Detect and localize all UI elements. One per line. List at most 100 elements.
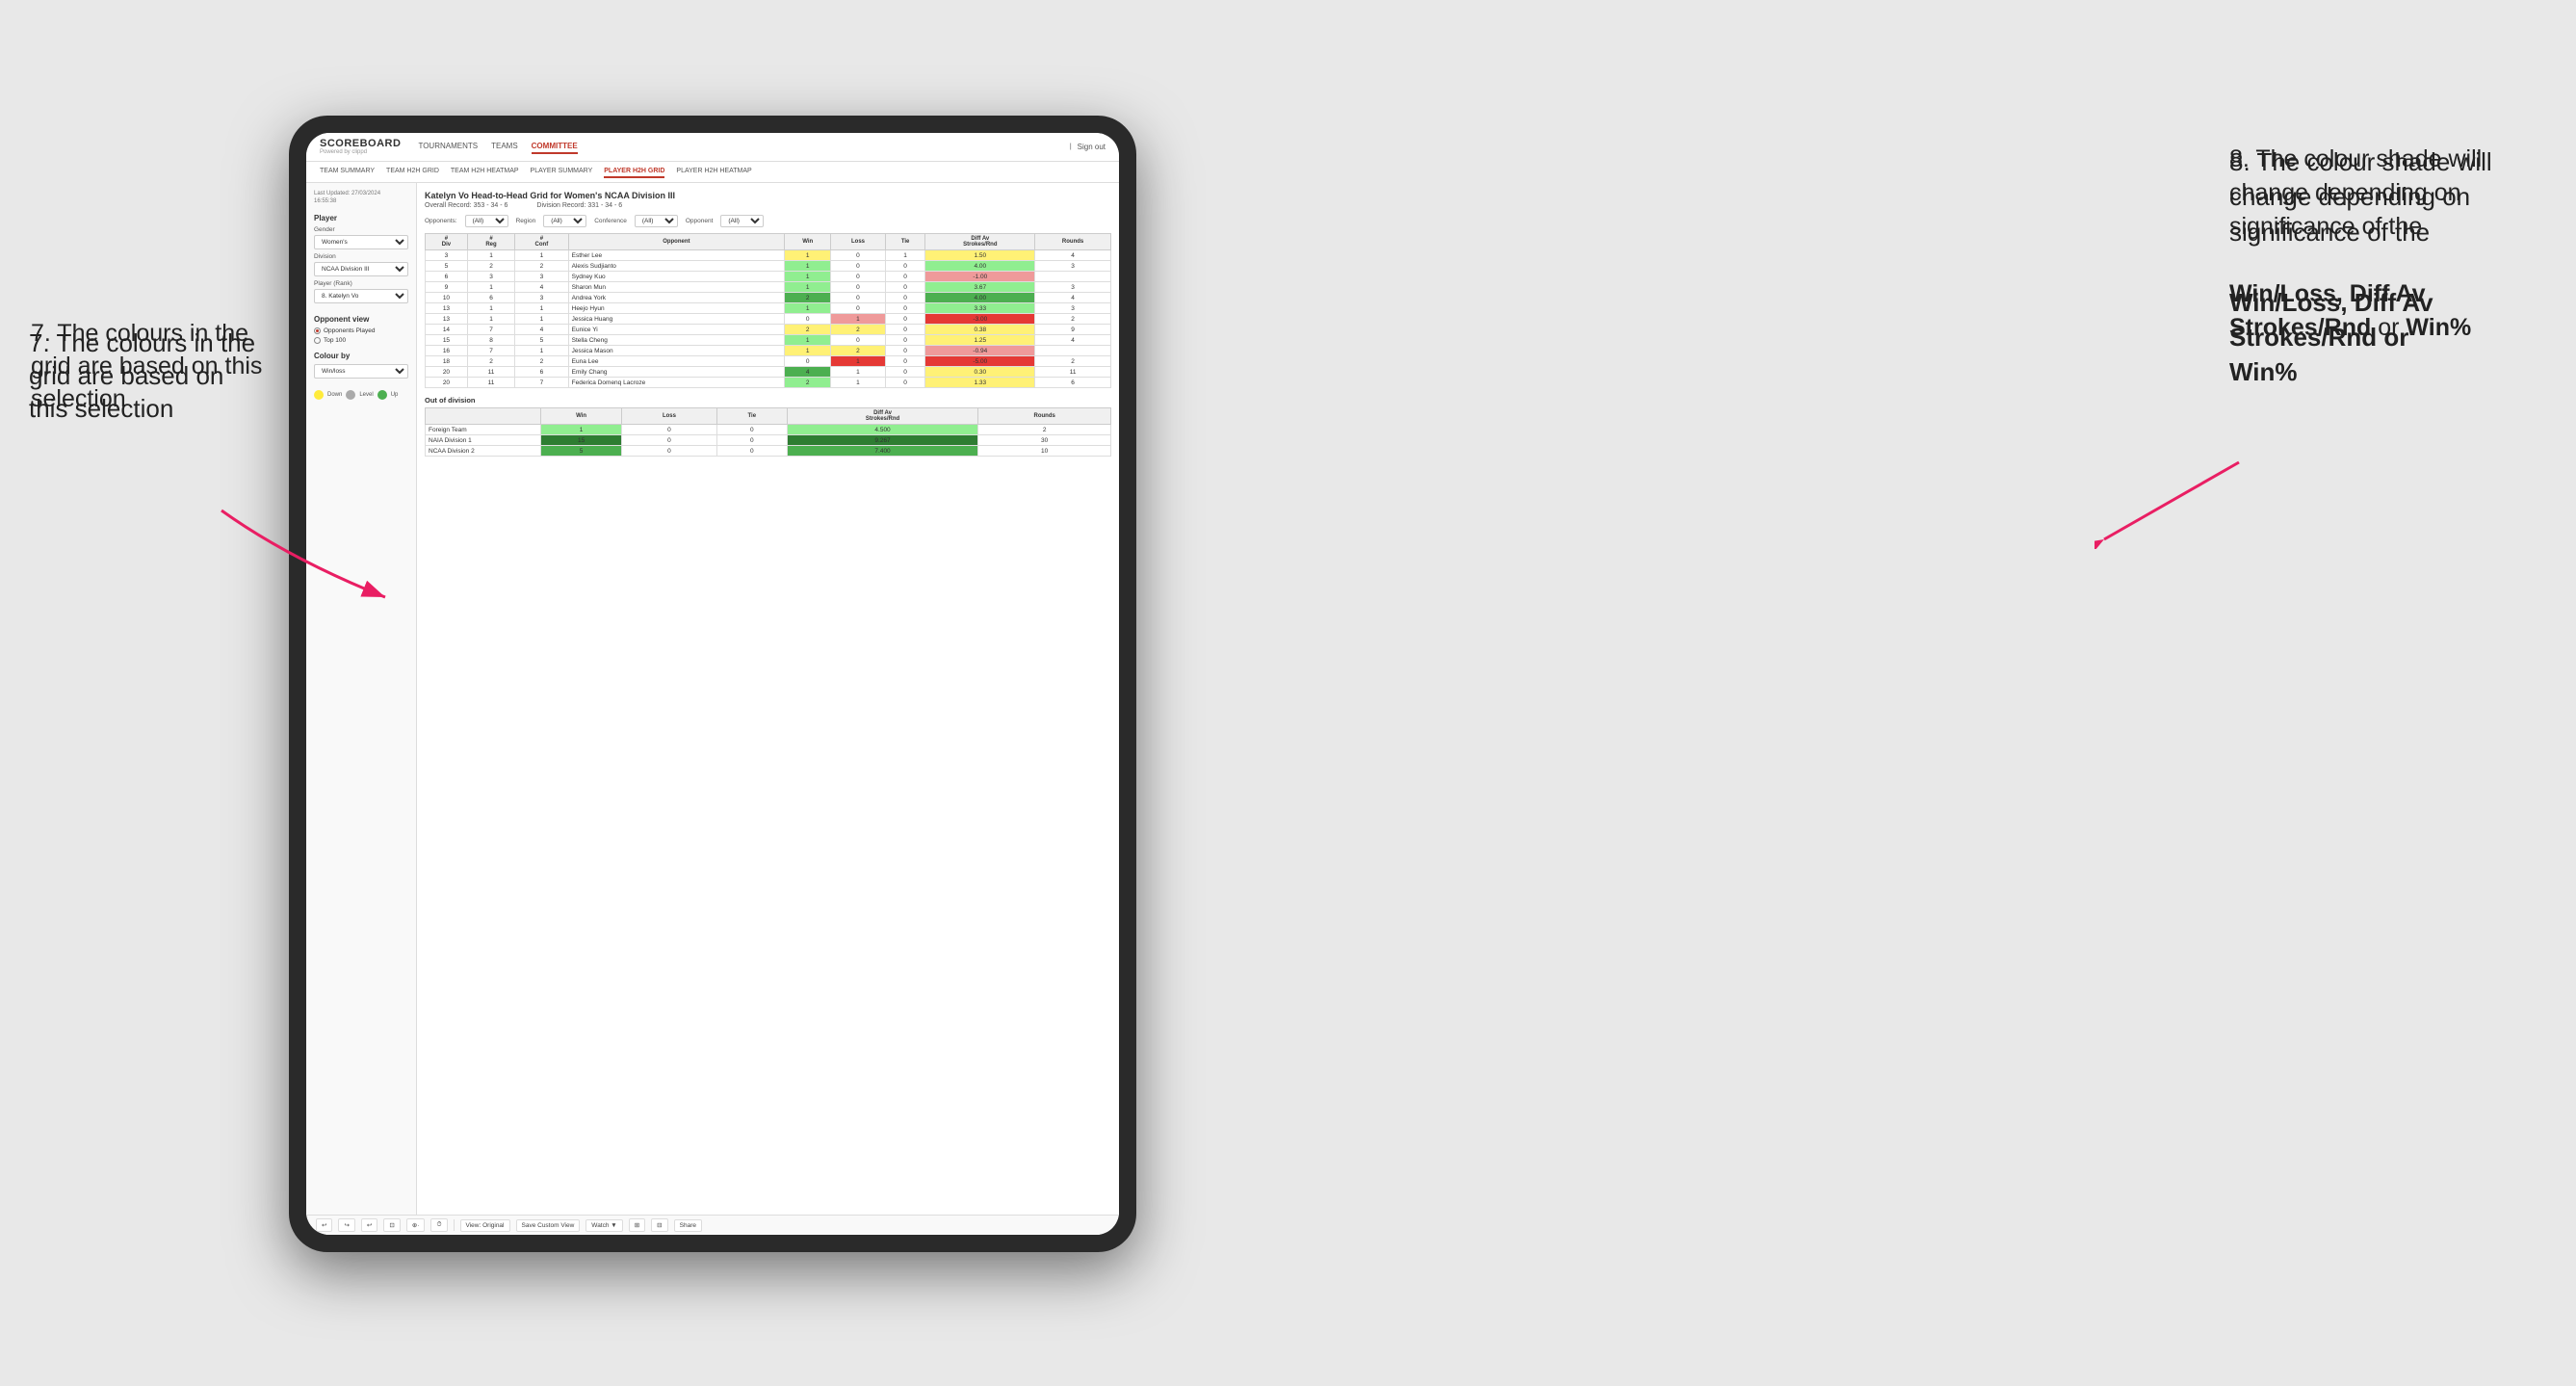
nav-committee[interactable]: COMMITTEE (532, 140, 578, 154)
col-header-opponent: Opponent (568, 234, 784, 250)
subnav-player-h2h-grid[interactable]: PLAYER H2H GRID (604, 166, 664, 178)
main-panel: Last Updated: 27/03/2024 16:55:38 Player… (306, 183, 1119, 1215)
table-row: 1585 Stella Cheng 100 1.254 (426, 335, 1111, 346)
conference-filter[interactable]: (All) (635, 215, 678, 227)
ood-col-opponent (426, 408, 541, 425)
misc-btn[interactable]: ⊕· (406, 1218, 426, 1232)
subnav-team-h2h-heatmap[interactable]: TEAM H2H HEATMAP (451, 166, 519, 178)
region-filter[interactable]: (All) (543, 215, 586, 227)
nav-tournaments[interactable]: TOURNAMENTS (418, 140, 478, 154)
col-header-loss: Loss (831, 234, 885, 250)
player-rank-label: Player (Rank) (314, 280, 408, 287)
colour-by-select[interactable]: Win/loss (314, 364, 408, 379)
logo-sub: Powered by clippd (320, 149, 401, 155)
table-row: 1671 Jessica Mason 120 -0.94 (426, 346, 1111, 356)
out-of-division-header: Out of division (425, 396, 1111, 405)
table-row: 914 Sharon Mun 100 3.673 (426, 282, 1111, 293)
opponent-filter[interactable]: (All) (720, 215, 764, 227)
pipe-separator: | (1070, 144, 1072, 150)
colour-legend: Down Level Up (314, 390, 408, 400)
filter-row: Opponents: (All) Region (All) Conference… (425, 215, 1111, 227)
last-updated: Last Updated: 27/03/2024 16:55:38 (314, 191, 408, 206)
annotation-left-text: 7. The colours in the grid are based on … (31, 318, 272, 415)
tablet-screen: SCOREBOARD Powered by clippd TOURNAMENTS… (306, 133, 1119, 1235)
record-row: Overall Record: 353 - 34 - 6 Division Re… (425, 202, 1111, 209)
app-header: SCOREBOARD Powered by clippd TOURNAMENTS… (306, 133, 1119, 162)
table-row: 1311 Jessica Huang 010 -3.002 (426, 314, 1111, 325)
opponent-view-section: Opponent view Opponents Played Top 100 (314, 315, 408, 344)
opponents-filter[interactable]: (All) (465, 215, 508, 227)
table-row: 1063 Andrea York 200 4.004 (426, 293, 1111, 303)
right-content: Katelyn Vo Head-to-Head Grid for Women's… (417, 183, 1119, 1215)
crop-btn[interactable]: ⊡ (383, 1218, 400, 1232)
sep1 (454, 1219, 455, 1231)
logo-area: SCOREBOARD Powered by clippd (320, 139, 401, 155)
table-row: 633 Sydney Kuo 100 -1.00 (426, 272, 1111, 282)
subnav-team-h2h-grid[interactable]: TEAM H2H GRID (386, 166, 439, 178)
data-table: #Div #Reg #Conf Opponent Win Loss Tie Di… (425, 233, 1111, 388)
redo-btn[interactable]: ↪ (338, 1218, 354, 1232)
gender-select[interactable]: Women's (314, 235, 408, 249)
colour-by-section: Colour by Win/loss (314, 352, 408, 382)
header-right: | Sign out (1070, 141, 1106, 153)
content-area: Last Updated: 27/03/2024 16:55:38 Player… (306, 183, 1119, 1235)
legend-down-circle (314, 390, 324, 400)
arrow-left-svg (212, 501, 404, 616)
left-sidebar: Last Updated: 27/03/2024 16:55:38 Player… (306, 183, 417, 1215)
ood-col-loss: Loss (622, 408, 717, 425)
subnav-player-h2h-heatmap[interactable]: PLAYER H2H HEATMAP (676, 166, 751, 178)
table-row: 311 Esther Lee 101 1.504 (426, 250, 1111, 261)
division-record: Division Record: 331 - 34 - 6 (536, 202, 622, 209)
radio-top100[interactable]: Top 100 (314, 337, 408, 344)
ood-col-win: Win (541, 408, 622, 425)
col-header-conf: #Conf (515, 234, 569, 250)
sign-out-link[interactable]: Sign out (1078, 141, 1106, 153)
ood-col-diff: Diff AvStrokes/Rnd (787, 408, 978, 425)
ood-row: Foreign Team 100 4.5002 (426, 425, 1111, 435)
watch-btn[interactable]: Watch ▼ (585, 1219, 622, 1232)
division-label: Division (314, 253, 408, 260)
colour-by-title: Colour by (314, 352, 408, 360)
legend-level-circle (346, 390, 355, 400)
out-of-division-table: Win Loss Tie Diff AvStrokes/Rnd Rounds F… (425, 407, 1111, 457)
legend-level-label: Level (359, 392, 373, 398)
undo-btn[interactable]: ↩ (316, 1218, 332, 1232)
arrow-right-svg (2095, 453, 2249, 549)
col-header-tie: Tie (885, 234, 925, 250)
table-row: 1311 Heejo Hyun 100 3.333 (426, 303, 1111, 314)
legend-up-label: Up (391, 392, 399, 398)
legend-up-circle (377, 390, 387, 400)
table-row: 522 Alexis Sudjianto 100 4.003 (426, 261, 1111, 272)
annotation-win-pct: Win% (2229, 357, 2298, 386)
table-row: 1822 Euna Lee 010 -5.002 (426, 356, 1111, 367)
gender-label: Gender (314, 226, 408, 233)
sub-nav: TEAM SUMMARY TEAM H2H GRID TEAM H2H HEAT… (306, 162, 1119, 183)
table-row: 20117 Federica Domenq Lacroze 210 1.336 (426, 378, 1111, 388)
col-header-win: Win (785, 234, 831, 250)
table-row: 1474 Eunice Yi 220 0.389 (426, 325, 1111, 335)
player-rank-select[interactable]: 8. Katelyn Vo (314, 289, 408, 303)
grid-title: Katelyn Vo Head-to-Head Grid for Women's… (425, 191, 1111, 200)
save-custom-btn[interactable]: Save Custom View (516, 1219, 581, 1232)
clock-btn[interactable]: ⏱ (430, 1218, 447, 1232)
nav-teams[interactable]: TEAMS (491, 140, 518, 154)
redo2-btn[interactable]: ↩ (361, 1218, 377, 1232)
overall-record: Overall Record: 353 - 34 - 6 (425, 202, 507, 209)
share-btn[interactable]: Share (674, 1219, 702, 1232)
bottom-toolbar: ↩ ↪ ↩ ⊡ ⊕· ⏱ View: Original Save Custom … (306, 1215, 1119, 1235)
col-header-rounds: Rounds (1035, 234, 1111, 250)
subnav-team-summary[interactable]: TEAM SUMMARY (320, 166, 375, 178)
nav-items: TOURNAMENTS TEAMS COMMITTEE (418, 140, 1052, 154)
opponent-view-title: Opponent view (314, 315, 408, 324)
layout-btn[interactable]: ⊞ (629, 1218, 645, 1232)
grid-btn[interactable]: ⊟ (651, 1218, 667, 1232)
tablet-frame: SCOREBOARD Powered by clippd TOURNAMENTS… (289, 116, 1136, 1252)
division-select[interactable]: NCAA Division III (314, 262, 408, 276)
subnav-player-summary[interactable]: PLAYER SUMMARY (531, 166, 593, 178)
player-section-title: Player (314, 214, 408, 222)
ood-col-tie: Tie (716, 408, 787, 425)
radio-opponents-played[interactable]: Opponents Played (314, 327, 408, 334)
ood-col-rounds: Rounds (978, 408, 1111, 425)
annotation-right-text: 8. The colour shade will change dependin… (2229, 143, 2547, 345)
view-original-btn[interactable]: View: Original (460, 1219, 510, 1232)
